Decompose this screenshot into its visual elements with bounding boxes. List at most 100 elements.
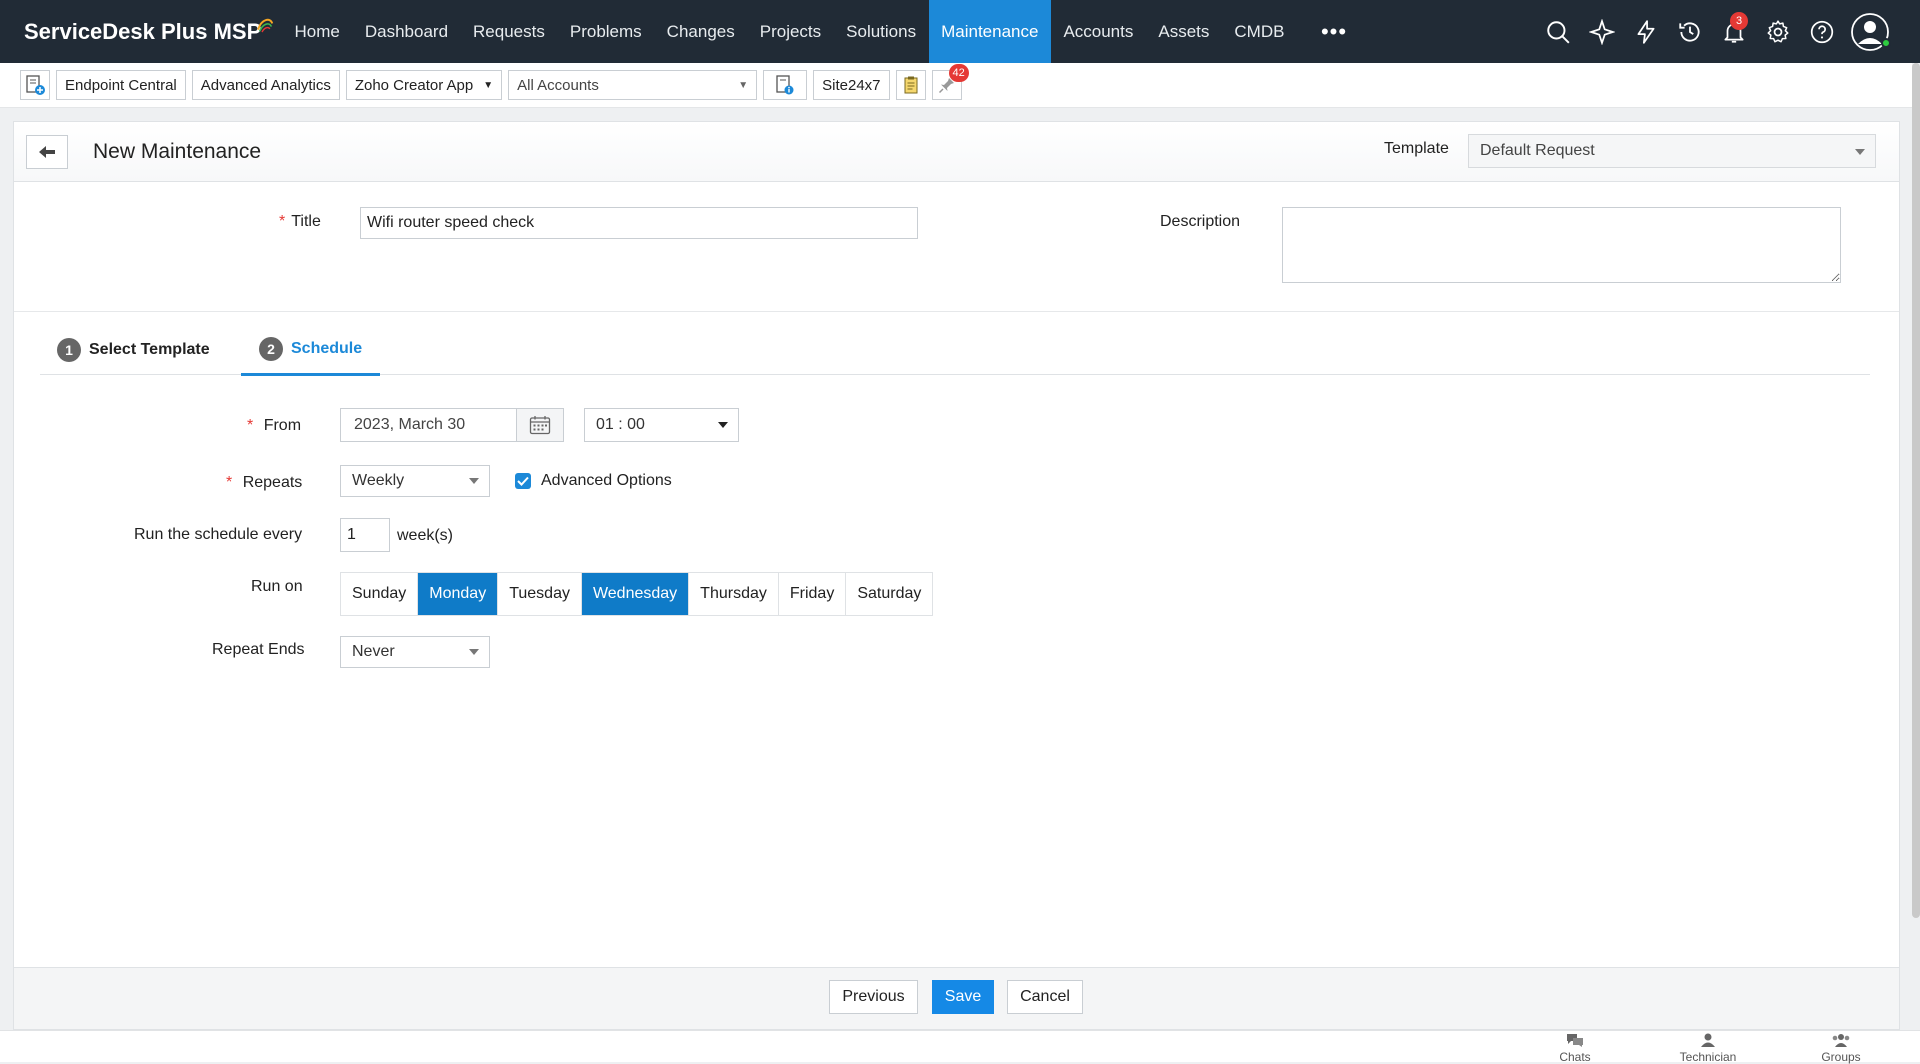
back-button[interactable] <box>26 134 68 169</box>
day-sunday[interactable]: Sunday <box>341 573 419 615</box>
accounts-select[interactable]: All Accounts ▼ <box>508 70 758 100</box>
repeat-ends-select[interactable]: Never <box>340 636 490 668</box>
new-document-icon <box>26 75 45 95</box>
from-time-select[interactable]: 01 : 00 <box>584 408 739 442</box>
new-request-button[interactable] <box>20 70 50 100</box>
nav-assets[interactable]: Assets <box>1146 0 1222 63</box>
search-icon[interactable] <box>1536 10 1580 54</box>
header-icons: 3 <box>1536 0 1896 63</box>
nav-projects[interactable]: Projects <box>747 0 833 63</box>
day-saturday[interactable]: Saturday <box>846 573 932 615</box>
repeat-ends-label: Repeat Ends <box>212 641 305 658</box>
weekday-selector: Sunday Monday Tuesday Wednesday Thursday… <box>340 572 934 616</box>
caret-down-icon: ▼ <box>738 79 749 91</box>
day-friday[interactable]: Friday <box>779 573 847 615</box>
repeats-value: Weekly <box>352 472 405 489</box>
notification-bell-icon[interactable]: 3 <box>1712 10 1756 54</box>
app-logo[interactable]: ServiceDesk Plus MSP <box>24 18 274 45</box>
pinned-items-button[interactable]: 42 <box>931 64 969 100</box>
nav-cmdb[interactable]: CMDB <box>1222 0 1297 63</box>
tab-select-template[interactable]: 1 Select Template <box>57 325 210 375</box>
technician-button[interactable]: Technician <box>1668 1033 1748 1064</box>
chat-bubbles-icon <box>1567 1034 1583 1047</box>
cancel-button[interactable]: Cancel <box>1007 980 1083 1014</box>
settings-gear-icon[interactable] <box>1756 10 1800 54</box>
notification-badge: 3 <box>1730 11 1748 30</box>
nav-requests[interactable]: Requests <box>461 0 558 63</box>
required-marker: * <box>279 213 286 230</box>
notes-button[interactable] <box>895 70 926 100</box>
caret-down-icon <box>718 422 728 428</box>
tab-schedule[interactable]: 2 Schedule <box>241 325 381 376</box>
nav-maintenance[interactable]: Maintenance <box>928 0 1051 63</box>
site24x7-button[interactable]: Site24x7 <box>813 70 890 100</box>
day-wednesday[interactable]: Wednesday <box>581 573 690 615</box>
nav-problems[interactable]: Problems <box>557 0 654 63</box>
day-tuesday[interactable]: Tuesday <box>498 573 582 615</box>
template-select[interactable]: Default Request <box>1468 134 1876 168</box>
step-number: 2 <box>259 337 283 361</box>
description-label: Description <box>1160 213 1241 230</box>
title-label-text: Title <box>291 213 321 230</box>
caret-down-icon <box>1855 149 1865 155</box>
save-button[interactable]: Save <box>932 980 994 1014</box>
nav-accounts[interactable]: Accounts <box>1051 0 1146 63</box>
title-description-section: * Title Description <box>14 182 1899 312</box>
history-icon[interactable] <box>1668 10 1712 54</box>
chats-button[interactable]: Chats <box>1535 1033 1615 1064</box>
tab-label: Schedule <box>291 340 363 357</box>
zoho-creator-dropdown[interactable]: Zoho Creator App ▼ <box>345 70 503 100</box>
caret-down-icon <box>469 478 479 484</box>
app-name: ServiceDesk Plus MSP <box>24 18 262 44</box>
top-navigation: ServiceDesk Plus MSP Home Dashboard Requ… <box>0 0 1920 63</box>
online-status-dot <box>1881 37 1891 48</box>
from-date-picker[interactable]: 2023, March 30 <box>340 408 564 442</box>
required-marker: * <box>247 417 254 434</box>
description-textarea[interactable] <box>1282 207 1841 283</box>
repeat-ends-value: Never <box>352 643 395 660</box>
calendar-button[interactable] <box>516 409 563 441</box>
logo-swoosh-icon <box>257 18 274 32</box>
from-label: * From <box>247 417 301 435</box>
repeats-label: * Repeats <box>226 474 302 492</box>
account-info-button[interactable] <box>763 70 808 100</box>
nav-dashboard[interactable]: Dashboard <box>352 0 460 63</box>
notepad-icon <box>904 76 918 94</box>
accounts-select-value: All Accounts <box>517 76 599 94</box>
caret-down-icon <box>469 649 479 655</box>
nav-solutions[interactable]: Solutions <box>834 0 929 63</box>
account-info-icon <box>776 75 794 95</box>
advanced-analytics-button[interactable]: Advanced Analytics <box>191 70 340 100</box>
required-marker: * <box>226 474 233 491</box>
title-label: * Title <box>279 213 321 231</box>
nav-home[interactable]: Home <box>282 0 352 63</box>
repeats-select[interactable]: Weekly <box>340 465 490 497</box>
run-every-unit: week(s) <box>397 527 454 544</box>
nav-more-button[interactable]: ••• <box>1297 0 1371 63</box>
day-monday[interactable]: Monday <box>418 573 499 615</box>
group-icon <box>1832 1034 1850 1047</box>
lightning-icon[interactable] <box>1624 10 1668 54</box>
groups-button[interactable]: Groups <box>1801 1033 1881 1064</box>
step-number: 1 <box>57 338 81 362</box>
from-date-value: 2023, March 30 <box>354 416 466 433</box>
main-menu: Home Dashboard Requests Problems Changes… <box>282 0 1371 63</box>
user-avatar[interactable] <box>1844 10 1896 54</box>
run-on-label: Run on <box>251 578 303 595</box>
previous-button[interactable]: Previous <box>829 980 918 1014</box>
day-thursday[interactable]: Thursday <box>689 573 779 615</box>
nav-changes[interactable]: Changes <box>654 0 747 63</box>
template-label: Template <box>1384 140 1449 157</box>
title-input[interactable] <box>360 207 918 239</box>
new-maintenance-panel: New Maintenance Template Default Request… <box>13 121 1900 1030</box>
endpoint-central-button[interactable]: Endpoint Central <box>56 70 186 100</box>
page-scrollbar[interactable] <box>1912 63 1920 918</box>
template-select-value: Default Request <box>1480 142 1595 159</box>
sparkle-icon[interactable] <box>1580 10 1624 54</box>
run-every-input[interactable] <box>340 518 390 552</box>
advanced-options-label[interactable]: Advanced Options <box>541 472 672 490</box>
from-time-value: 01 : 00 <box>596 416 645 433</box>
help-icon[interactable] <box>1800 10 1844 54</box>
advanced-options-checkbox[interactable] <box>515 473 531 489</box>
form-footer: Previous Save Cancel <box>14 967 1899 1029</box>
